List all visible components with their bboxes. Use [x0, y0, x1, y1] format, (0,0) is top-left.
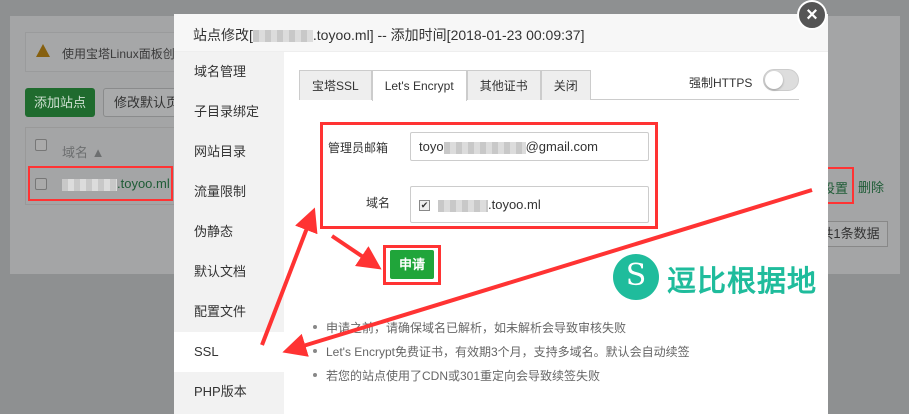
tab-bt-ssl[interactable]: 宝塔SSL [299, 70, 372, 100]
modal-title: 站点修改[.toyoo.ml] -- 添加时间[2018-01-23 00:09… [174, 14, 828, 52]
sidebar-item-php[interactable]: PHP版本 [174, 372, 284, 412]
domain-checkbox[interactable]: ✔ [419, 200, 430, 212]
tab-other-cert[interactable]: 其他证书 [466, 70, 541, 100]
modal-sidebar: 域名管理 子目录绑定 网站目录 流量限制 伪静态 默认文档 配置文件 SSL P… [174, 52, 284, 414]
sidebar-item-rewrite[interactable]: 伪静态 [174, 212, 284, 252]
tips-list: 申请之前，请确保域名已解析，如未解析会导致审核失败 Let's Encrypt免… [310, 319, 690, 391]
column-header-domain[interactable]: 域名 ▲ [62, 142, 105, 161]
sidebar-item-domain[interactable]: 域名管理 [174, 52, 284, 92]
tab-close[interactable]: 关闭 [540, 70, 591, 100]
modify-default-page-button[interactable]: 修改默认页 [103, 88, 183, 117]
email-label: 管理员邮箱 [328, 141, 389, 155]
sidebar-item-traffic[interactable]: 流量限制 [174, 172, 284, 212]
alert-text: 使用宝塔Linux面板创 [62, 47, 175, 61]
tab-lets-encrypt[interactable]: Let's Encrypt [371, 70, 467, 101]
tip-item: 申请之前，请确保域名已解析，如未解析会导致审核失败 [310, 319, 690, 343]
sidebar-item-subdir[interactable]: 子目录绑定 [174, 92, 284, 132]
sidebar-item-config[interactable]: 配置文件 [174, 292, 284, 332]
tip-item: Let's Encrypt免费证书，有效期3个月，支持多域名。默认会自动续签 [310, 343, 690, 367]
domain-label: 域名 [366, 196, 391, 210]
site-domain-link[interactable]: .toyoo.ml [28, 166, 173, 201]
close-icon[interactable]: × [797, 0, 827, 30]
sidebar-item-default-doc[interactable]: 默认文档 [174, 252, 284, 292]
sidebar-item-ssl[interactable]: SSL [174, 332, 284, 372]
sidebar-item-site-dir[interactable]: 网站目录 [174, 132, 284, 172]
force-https-toggle[interactable] [763, 69, 799, 91]
delete-link[interactable]: 删除 [858, 177, 884, 196]
select-all-checkbox[interactable] [35, 139, 47, 151]
add-site-button[interactable]: 添加站点 [25, 88, 95, 117]
apply-button[interactable]: 申请 [390, 250, 434, 279]
tip-item: 若您的站点使用了CDN或301重定向会导致续签失败 [310, 367, 690, 391]
domain-select: ✔ .toyoo.ml [410, 186, 649, 223]
watermark-text: 逗比根据地 [667, 266, 818, 298]
email-input[interactable]: toyo @gmail.com [410, 132, 649, 161]
warning-icon [36, 44, 50, 57]
force-https-label: 强制HTTPS [689, 76, 753, 90]
logo-icon: S [613, 254, 659, 300]
